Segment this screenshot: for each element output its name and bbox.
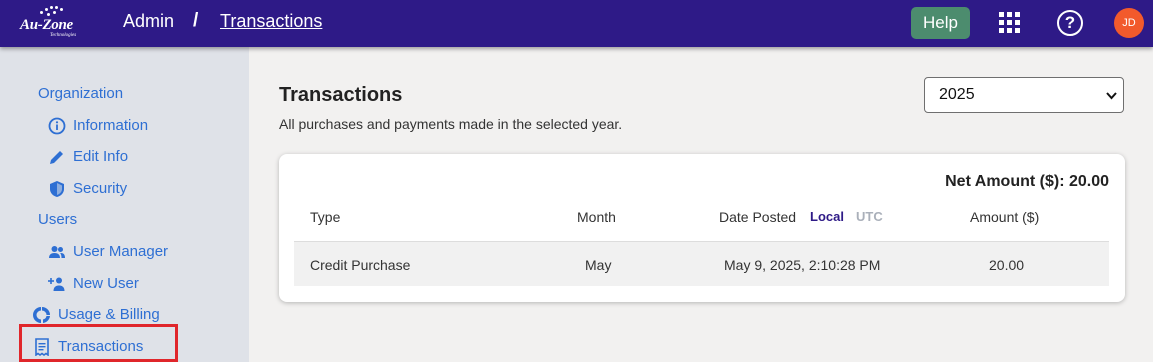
au-zone-logo[interactable]: Au-Zone Technologies xyxy=(20,5,82,41)
column-header-amount: Amount ($) xyxy=(970,209,1040,225)
column-header-date-posted: Date Posted xyxy=(719,209,797,225)
net-amount: Net Amount ($): 20.00 xyxy=(945,173,1109,190)
top-nav-bar: Au-Zone Technologies Admin / Transaction… xyxy=(0,0,1153,47)
sidebar-item-label: New User xyxy=(73,275,139,292)
sidebar-item-label: Security xyxy=(73,180,128,197)
year-select[interactable]: 2025 xyxy=(924,77,1124,113)
column-header-type: Type xyxy=(310,209,341,225)
person-add-icon xyxy=(48,277,65,291)
page-description: All purchases and payments made in the s… xyxy=(279,116,623,132)
help-button[interactable]: Help xyxy=(911,7,970,39)
cell-date-posted: May 9, 2025, 2:10:28 PM xyxy=(724,257,881,273)
breadcrumb-transactions[interactable]: Transactions xyxy=(220,11,322,32)
breadcrumb-separator: / xyxy=(193,10,199,31)
timezone-utc-toggle[interactable]: UTC xyxy=(856,209,883,224)
sidebar-item-label: Edit Info xyxy=(73,148,129,165)
column-header-month: Month xyxy=(577,209,616,225)
transactions-card: Net Amount ($): 20.00 Type Month Date Po… xyxy=(279,154,1125,302)
shield-icon xyxy=(50,181,64,197)
cell-month: May xyxy=(585,257,612,273)
cell-amount: 20.00 xyxy=(989,257,1025,273)
sidebar-item-label: User Manager xyxy=(73,243,169,260)
user-avatar[interactable]: JD xyxy=(1114,8,1144,38)
page-title: Transactions xyxy=(279,84,403,106)
apps-grid-icon[interactable] xyxy=(999,12,1021,34)
logo-dots xyxy=(38,5,68,17)
table-row[interactable]: Credit Purchase May May 9, 2025, 2:10:28… xyxy=(294,241,1109,286)
breadcrumb-admin[interactable]: Admin xyxy=(123,11,174,32)
logo-subtext: Technologies xyxy=(50,33,77,38)
chevron-down-icon xyxy=(1106,92,1117,100)
sidebar-section-organization[interactable]: Organization xyxy=(38,84,123,104)
timezone-local-toggle[interactable]: Local xyxy=(810,209,844,224)
donut-chart-icon xyxy=(33,307,50,323)
info-icon xyxy=(48,117,66,135)
sidebar-item-label: Usage & Billing xyxy=(58,306,160,323)
users-icon xyxy=(49,246,65,258)
year-select-value: 2025 xyxy=(939,86,975,103)
help-circle-icon[interactable]: ? xyxy=(1057,10,1083,36)
logo-text: Au-Zone xyxy=(20,17,73,33)
highlight-box xyxy=(19,324,178,362)
pencil-icon xyxy=(50,151,63,164)
sidebar-section-users[interactable]: Users xyxy=(38,210,77,230)
sidebar-item-label: Information xyxy=(73,117,149,134)
cell-type: Credit Purchase xyxy=(310,257,411,273)
